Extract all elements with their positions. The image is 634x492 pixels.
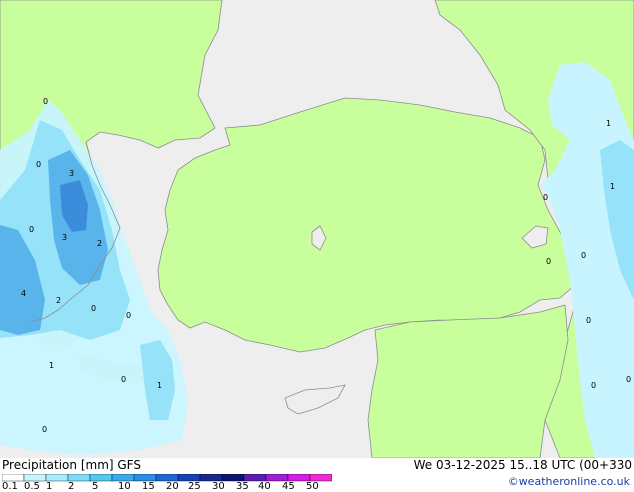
scale-tick-label: 30: [212, 481, 225, 492]
scale-tick-label: 40: [258, 481, 271, 492]
scale-swatch: [2, 474, 25, 482]
scale-swatch: [133, 474, 157, 482]
scale-swatch: [177, 474, 201, 482]
value-label: 0: [29, 225, 34, 234]
scale-tick-label: 20: [166, 481, 179, 492]
legend-footer: Precipitation [mm] GFS We 03-12-2025 15.…: [0, 458, 634, 492]
scale-swatch: [67, 474, 91, 482]
scale-tick-label: 35: [236, 481, 249, 492]
scale-swatch: [265, 474, 289, 482]
scale-swatch: [243, 474, 267, 482]
scale-tick-label: 0.1: [2, 481, 18, 492]
scale-tick-label: 10: [118, 481, 131, 492]
scale-swatch: [111, 474, 135, 482]
scale-tick-label: 0.5: [24, 481, 40, 492]
value-label: 2: [97, 239, 102, 248]
map-title: Precipitation [mm] GFS: [2, 458, 141, 472]
scale-swatch: [155, 474, 179, 482]
value-label: 0: [626, 375, 631, 384]
land-levant: [367, 304, 569, 458]
value-label: 0: [543, 193, 548, 202]
value-label: 0: [126, 311, 131, 320]
scale-tick-label: 1: [46, 481, 53, 492]
scale-tick-label: 15: [142, 481, 155, 492]
value-label: 4: [21, 289, 26, 298]
value-label: 3: [62, 233, 67, 242]
value-label: 2: [56, 296, 61, 305]
scale-tick-label: 45: [282, 481, 295, 492]
value-label: 0: [91, 304, 96, 313]
value-label: 0: [546, 257, 551, 266]
credit-link[interactable]: ©weatheronline.co.uk: [508, 475, 630, 488]
scale-swatch: [221, 474, 245, 482]
value-label: 0: [581, 251, 586, 260]
value-label: 0: [42, 425, 47, 434]
scale-swatch: [89, 474, 113, 482]
value-label: 0: [586, 316, 591, 325]
value-label: 0: [121, 375, 126, 384]
value-label: 1: [610, 182, 615, 191]
scale-swatch: [309, 474, 332, 482]
scale-tick-label: 25: [188, 481, 201, 492]
scale-swatch: [287, 474, 311, 482]
value-label: 0: [43, 97, 48, 106]
precipitation-map: 0 0 3 0 3 2 4 2 0 0 1 0 1 0 1 1 0 0 0 0 …: [0, 0, 634, 458]
scale-swatch: [199, 474, 223, 482]
scale-tick-label: 50: [306, 481, 319, 492]
value-label: 0: [591, 381, 596, 390]
scale-tick-label: 2: [68, 481, 75, 492]
value-label: 0: [36, 160, 41, 169]
scale-swatch: [45, 474, 69, 482]
scale-swatch: [23, 474, 47, 482]
value-label: 1: [157, 381, 162, 390]
forecast-datetime: We 03-12-2025 15..18 UTC (00+330: [413, 458, 632, 472]
value-label: 1: [606, 119, 611, 128]
value-label: 1: [49, 361, 54, 370]
value-label: 3: [69, 169, 74, 178]
scale-tick-label: 5: [92, 481, 99, 492]
